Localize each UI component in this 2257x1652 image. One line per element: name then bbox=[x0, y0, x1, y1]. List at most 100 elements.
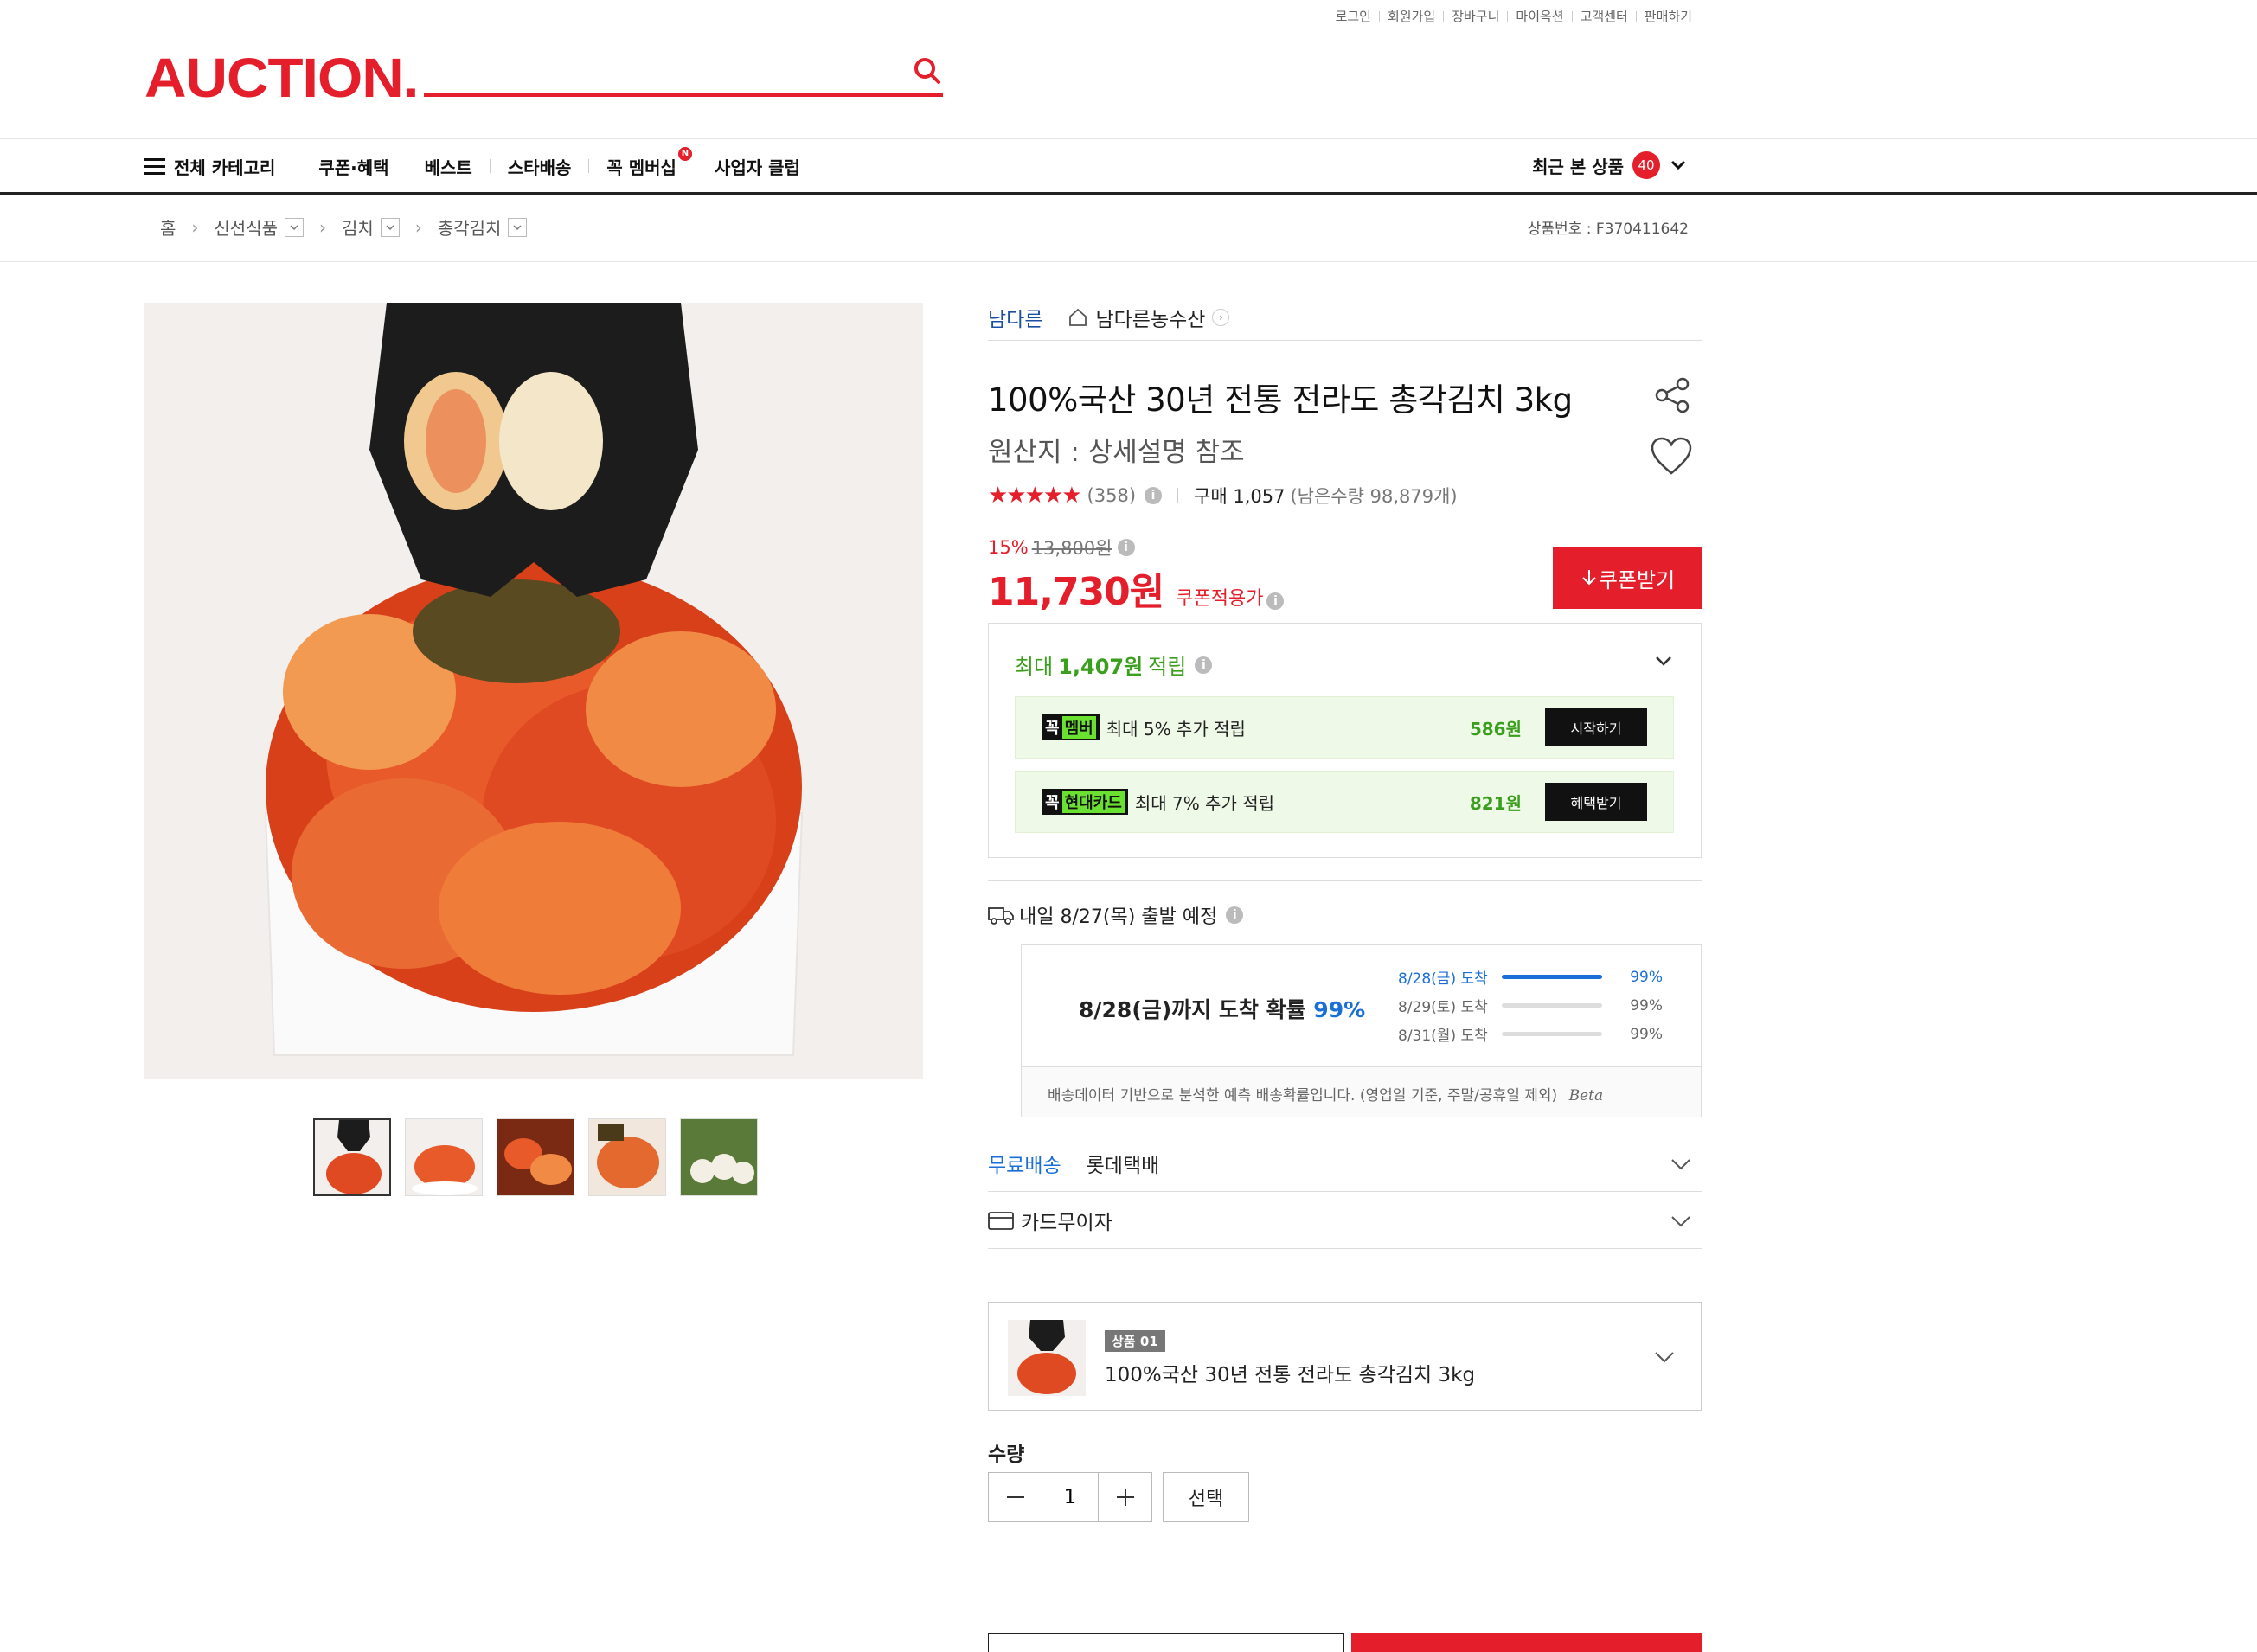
nav-membership[interactable]: 꼭 멤버십 N bbox=[589, 146, 697, 179]
main-product-image[interactable] bbox=[144, 303, 923, 1079]
home-icon bbox=[1069, 308, 1087, 326]
breadcrumb-label: 김치 bbox=[342, 218, 374, 239]
arrival-probability-box: 8/28(금)까지 도착 확률 99% 8/28(금) 도착 99% 8/29(… bbox=[1021, 944, 1702, 1117]
arrival-summary: 8/28(금)까지 도착 확률 99% bbox=[1079, 993, 1365, 1024]
coupon-price-note: 쿠폰적용가 bbox=[1176, 588, 1264, 610]
divider bbox=[988, 880, 1702, 881]
nav-star-delivery[interactable]: 스타배송 bbox=[491, 154, 589, 179]
kimchi-photo bbox=[144, 303, 923, 1079]
recent-products[interactable]: 최근 본 상품 40 bbox=[1532, 151, 1688, 179]
arrival-rows: 8/28(금) 도착 99% 8/29(토) 도착 99% 8/31(월) 도착… bbox=[1398, 963, 1675, 1048]
tag-label: 현대카드 bbox=[1061, 791, 1125, 813]
get-coupon-button[interactable]: 쿠폰받기 bbox=[1553, 547, 1702, 609]
selected-option[interactable]: 상품 01 100%국산 30년 전통 전라도 총각김치 3kg bbox=[988, 1302, 1702, 1411]
card-installment-row[interactable]: 카드무이자 bbox=[988, 1192, 1702, 1249]
heart-icon[interactable] bbox=[1650, 437, 1693, 477]
dropdown-icon[interactable] bbox=[285, 217, 305, 237]
points-desc: 최대 7% 추가 적립 bbox=[1134, 792, 1275, 814]
sell-link[interactable]: 판매하기 bbox=[1637, 7, 1692, 25]
arrival-row: 8/31(월) 도착 99% bbox=[1398, 1020, 1675, 1048]
get-card-benefit-button[interactable]: 혜택받기 bbox=[1545, 783, 1647, 821]
select-button[interactable]: 선택 bbox=[1163, 1472, 1249, 1522]
probability-fill bbox=[1502, 975, 1602, 979]
breadcrumb-item[interactable]: 김치 bbox=[342, 215, 400, 240]
quantity-label: 수량 bbox=[988, 1444, 1025, 1466]
thumbnail-1[interactable] bbox=[313, 1118, 391, 1196]
carrier-label: 롯데택배 bbox=[1086, 1154, 1160, 1177]
delivery-option-row[interactable]: 무료배송 롯데택배 bbox=[988, 1135, 1702, 1192]
cart-button[interactable] bbox=[988, 1633, 1344, 1652]
thumbnail-5[interactable] bbox=[680, 1118, 758, 1196]
points-amount: 1,407원 bbox=[1058, 655, 1144, 679]
selected-option-thumbnail bbox=[1008, 1320, 1086, 1396]
departure-label: 내일 8/27(목) 출발 예정 bbox=[1019, 906, 1218, 928]
dropdown-icon[interactable] bbox=[380, 217, 400, 237]
search-input[interactable] bbox=[424, 48, 891, 90]
info-icon[interactable]: i bbox=[1117, 539, 1135, 556]
customer-center-link[interactable]: 고객센터 bbox=[1573, 7, 1636, 25]
download-icon bbox=[1582, 570, 1596, 586]
probability-bar bbox=[1502, 1032, 1602, 1036]
arrival-row: 8/28(금) 도착 99% bbox=[1398, 963, 1675, 991]
auction-logo[interactable]: AUCTION. bbox=[144, 50, 419, 106]
card-tag: 꼭 현대카드 bbox=[1042, 789, 1128, 815]
thumbnail-2[interactable] bbox=[405, 1118, 483, 1196]
header-divider bbox=[0, 138, 2257, 139]
quantity-input[interactable] bbox=[1042, 1473, 1098, 1521]
purchase-count: 구매 1,057 bbox=[1194, 486, 1286, 507]
nav-best[interactable]: 베스트 bbox=[407, 154, 490, 179]
product-info: 남다른 남다른농수산 › 100%국산 30년 전통 전라도 총각김치 3kg … bbox=[988, 294, 1702, 1652]
breadcrumb-home[interactable]: 홈 bbox=[160, 215, 176, 240]
points-summary[interactable]: 최대 1,407원 적립 i bbox=[1015, 650, 1213, 680]
nav-coupon-benefits[interactable]: 쿠폰·혜택 bbox=[301, 154, 406, 179]
chevron-down-icon[interactable] bbox=[1652, 650, 1675, 672]
thumbnail-3[interactable] bbox=[497, 1118, 574, 1196]
credit-card-icon bbox=[988, 1211, 1014, 1230]
chevron-right-icon[interactable]: › bbox=[1212, 308, 1230, 326]
dropdown-icon[interactable] bbox=[508, 217, 528, 237]
breadcrumb-item[interactable]: 총각김치 bbox=[438, 215, 528, 240]
minus-icon bbox=[1006, 1496, 1024, 1498]
hamburger-menu-icon[interactable] bbox=[144, 157, 165, 176]
share-icon[interactable] bbox=[1653, 375, 1693, 415]
points-desc: 최대 5% 추가 적립 bbox=[1106, 718, 1246, 740]
start-membership-button[interactable]: 시작하기 bbox=[1545, 708, 1647, 746]
rating-row: ★★★★★ (358) i 구매 1,057 (남은수량 98,879개) bbox=[988, 483, 1458, 509]
store-link[interactable]: 남다른농수산 bbox=[1095, 303, 1205, 332]
seller-row: 남다른 남다른농수산 › bbox=[988, 294, 1702, 341]
info-icon[interactable]: i bbox=[1266, 592, 1285, 610]
info-icon[interactable]: i bbox=[1195, 656, 1213, 674]
arrival-date: 8/31(월) 도착 bbox=[1398, 1028, 1488, 1045]
nav-business-club[interactable]: 사업자 클럽 bbox=[697, 154, 818, 179]
probability-value: 99% bbox=[1630, 1025, 1663, 1043]
probability-value: 99% bbox=[1630, 996, 1663, 1015]
arrival-percent: 99% bbox=[1313, 997, 1366, 1022]
cart-link[interactable]: 장바구니 bbox=[1444, 7, 1507, 25]
probability-bar bbox=[1502, 1003, 1602, 1008]
nav-all-categories[interactable]: 전체 카테고리 bbox=[174, 154, 301, 179]
breadcrumb-item[interactable]: 신선식품 bbox=[214, 215, 305, 240]
arrival-date: 8/29(토) 도착 bbox=[1398, 999, 1488, 1016]
signup-link[interactable]: 회원가입 bbox=[1380, 7, 1443, 25]
info-icon[interactable]: i bbox=[1145, 487, 1163, 504]
breadcrumb-label: 신선식품 bbox=[214, 218, 279, 239]
buy-now-button[interactable] bbox=[1351, 1633, 1702, 1652]
info-icon[interactable]: i bbox=[1226, 906, 1244, 924]
my-auction-link[interactable]: 마이옥션 bbox=[1508, 7, 1571, 25]
decrease-button[interactable] bbox=[989, 1473, 1042, 1521]
recent-count-badge: 40 bbox=[1632, 151, 1660, 179]
brand-link[interactable]: 남다른 bbox=[988, 303, 1042, 332]
card-points-row: 꼭 현대카드 최대 7% 추가 적립 821원 혜택받기 bbox=[1015, 771, 1674, 833]
thumbnail-list bbox=[313, 1118, 772, 1196]
free-shipping-label: 무료배송 bbox=[988, 1154, 1061, 1177]
quantity-stepper bbox=[988, 1472, 1152, 1522]
search-icon[interactable] bbox=[912, 55, 943, 86]
option-tag: 상품 01 bbox=[1105, 1330, 1165, 1352]
increase-button[interactable] bbox=[1098, 1473, 1151, 1521]
get-coupon-label: 쿠폰받기 bbox=[1598, 567, 1676, 592]
points-value: 821원 bbox=[1469, 792, 1522, 814]
login-link[interactable]: 로그인 bbox=[1328, 7, 1379, 25]
utility-links: 로그인 회원가입 장바구니 마이옥션 고객센터 판매하기 bbox=[1328, 7, 1692, 25]
thumbnail-4[interactable] bbox=[588, 1118, 666, 1196]
review-count[interactable]: (358) bbox=[1087, 485, 1136, 506]
